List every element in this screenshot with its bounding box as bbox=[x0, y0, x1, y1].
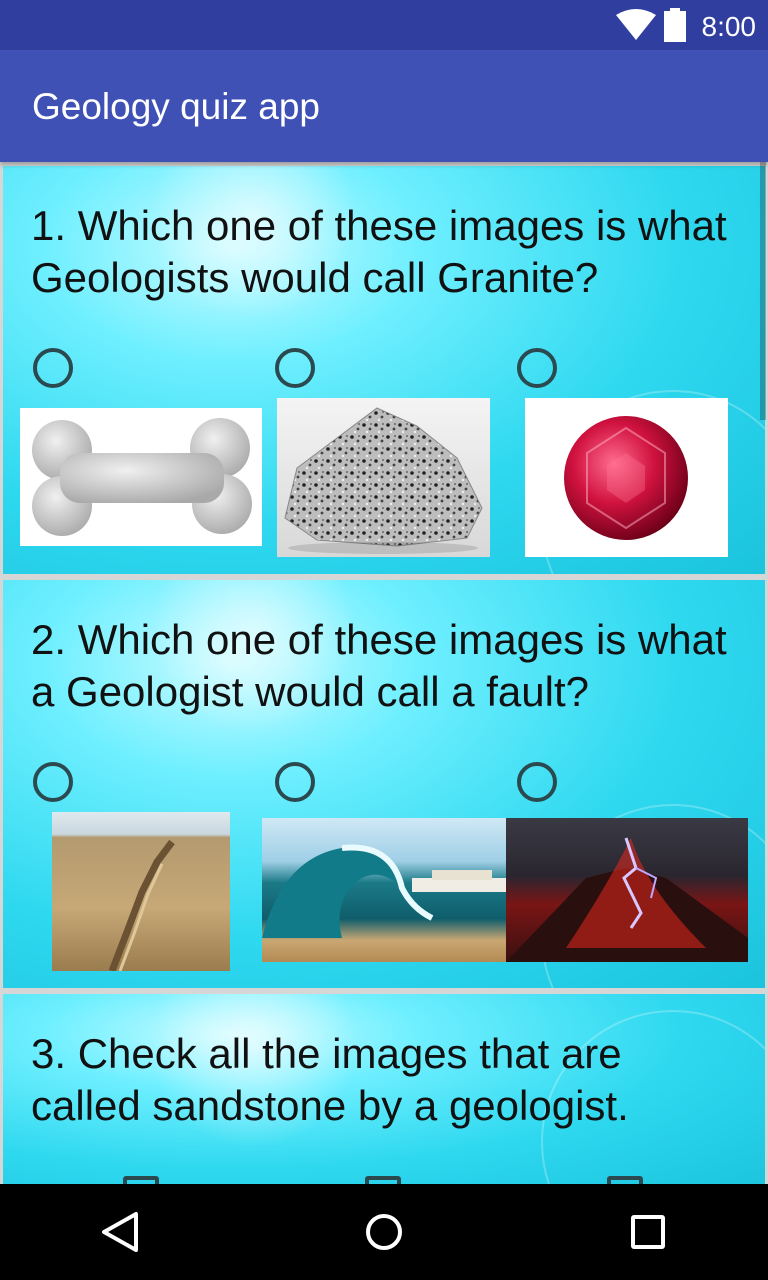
option-checkbox-3c[interactable] bbox=[607, 1176, 643, 1184]
question-text-1: 1. Which one of these images is what Geo… bbox=[31, 202, 727, 301]
home-icon[interactable] bbox=[366, 1214, 402, 1250]
wifi-icon bbox=[616, 9, 656, 40]
granite-image[interactable] bbox=[277, 398, 490, 557]
option-checkbox-3a[interactable] bbox=[123, 1176, 159, 1184]
ruby-gemstone-image[interactable] bbox=[525, 398, 728, 557]
fault-line-image[interactable] bbox=[52, 812, 230, 971]
question-card-3: 3. Check all the images that are called … bbox=[3, 994, 765, 1184]
option-radio-1b[interactable] bbox=[275, 348, 315, 388]
question-card-1: 1. Which one of these images is what Geo… bbox=[3, 166, 765, 574]
quiz-list[interactable]: 1. Which one of these images is what Geo… bbox=[0, 162, 768, 1184]
status-bar: 8:00 bbox=[0, 0, 768, 50]
question-card-2: 2. Which one of these images is what a G… bbox=[3, 580, 765, 988]
option-radio-2b[interactable] bbox=[275, 762, 315, 802]
question-text-3: 3. Check all the images that are called … bbox=[31, 1030, 629, 1129]
question-text-2: 2. Which one of these images is what a G… bbox=[31, 616, 727, 715]
status-time: 8:00 bbox=[701, 11, 757, 42]
navigation-bar bbox=[0, 1184, 768, 1280]
volcano-lightning-image[interactable] bbox=[506, 818, 748, 962]
scrollbar[interactable] bbox=[760, 162, 766, 420]
app-bar: Geology quiz app bbox=[0, 50, 768, 162]
option-radio-1a[interactable] bbox=[33, 348, 73, 388]
option-checkbox-3b[interactable] bbox=[365, 1176, 401, 1184]
option-radio-2c[interactable] bbox=[517, 762, 557, 802]
ocean-wave-image[interactable] bbox=[262, 818, 506, 962]
app-title: Geology quiz app bbox=[32, 86, 320, 127]
recent-apps-icon[interactable] bbox=[631, 1215, 665, 1249]
back-icon[interactable] bbox=[100, 1210, 140, 1254]
bone-image[interactable] bbox=[20, 408, 262, 546]
battery-icon bbox=[664, 8, 686, 42]
option-radio-2a[interactable] bbox=[33, 762, 73, 802]
option-radio-1c[interactable] bbox=[517, 348, 557, 388]
